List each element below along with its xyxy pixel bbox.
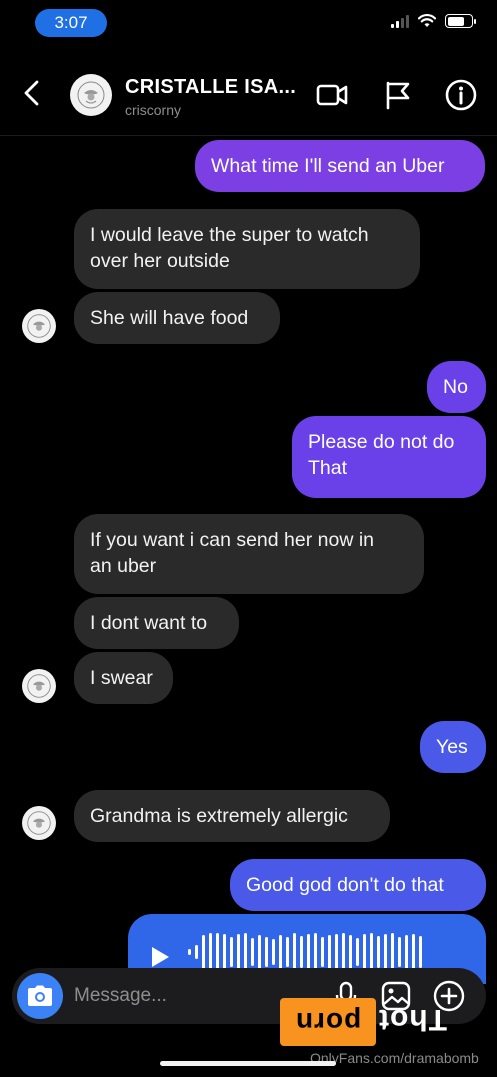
message-outgoing[interactable]: Please do not do That — [292, 416, 486, 498]
watermark-logo-text: Thot — [378, 1003, 447, 1036]
message-outgoing[interactable]: Good god don't do that — [230, 859, 486, 911]
message-outgoing[interactable]: What time I'll send an Uber — [195, 140, 485, 192]
message-outgoing[interactable]: No — [427, 361, 486, 413]
contact-handle[interactable]: criscorny — [125, 102, 181, 118]
contact-name[interactable]: CRISTALLE ISA... — [125, 76, 296, 99]
message-incoming[interactable]: She will have food — [74, 292, 280, 344]
home-indicator[interactable] — [160, 1061, 336, 1066]
flag-icon[interactable] — [381, 78, 415, 112]
avatar-crest-icon — [27, 314, 51, 338]
message-incoming[interactable]: I dont want to — [74, 597, 239, 649]
avatar-crest-icon — [27, 674, 51, 698]
info-icon[interactable] — [444, 78, 478, 112]
camera-button[interactable] — [17, 973, 63, 1019]
message-outgoing[interactable]: Yes — [420, 721, 486, 773]
message-incoming[interactable]: Grandma is extremely allergic — [74, 790, 390, 842]
sender-avatar[interactable] — [22, 669, 56, 703]
watermark-logo: porn Thot — [280, 998, 456, 1046]
avatar-crest-icon — [27, 811, 51, 835]
watermark-logo-box-text: porn — [294, 1007, 362, 1038]
play-icon[interactable] — [150, 946, 170, 968]
message-incoming[interactable]: I would leave the super to watch over he… — [74, 209, 420, 289]
status-icons — [391, 14, 476, 28]
avatar-crest-icon — [77, 81, 105, 109]
cellular-signal-icon — [391, 14, 409, 28]
back-chevron-icon[interactable] — [18, 78, 48, 108]
message-incoming[interactable]: I swear — [74, 652, 173, 704]
conversation-header: CRISTALLE ISA... criscorny — [0, 56, 497, 136]
message-incoming[interactable]: If you want i can send her now in an ube… — [74, 514, 424, 594]
message-input[interactable] — [74, 980, 274, 1012]
sender-avatar[interactable] — [22, 806, 56, 840]
watermark-logo-box: porn — [280, 998, 376, 1046]
sender-avatar[interactable] — [22, 309, 56, 343]
wifi-icon — [418, 14, 436, 27]
audio-waveform — [188, 932, 470, 972]
contact-avatar[interactable] — [70, 74, 112, 116]
video-call-icon[interactable] — [315, 78, 349, 112]
camera-icon — [28, 985, 52, 1006]
battery-icon — [445, 14, 476, 28]
status-time: 3:07 — [35, 9, 107, 37]
status-bar: 3:07 — [0, 0, 497, 48]
